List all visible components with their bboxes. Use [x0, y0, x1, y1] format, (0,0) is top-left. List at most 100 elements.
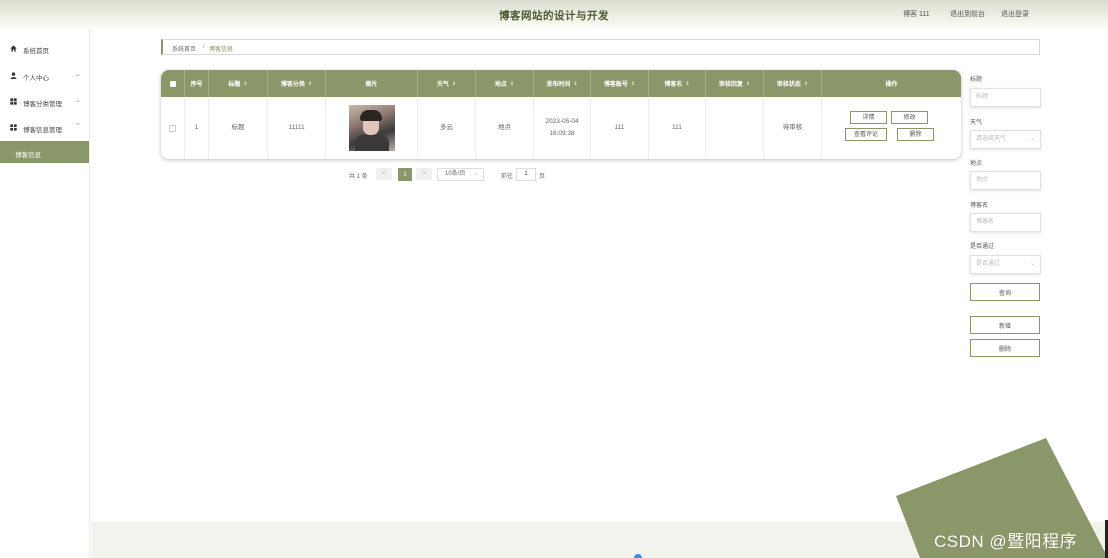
table-row: 1 标题 11111 多云 地点 2023-05-04 16:09:38 111… — [161, 97, 961, 159]
approved-placeholder: 是否通过 — [976, 261, 1001, 267]
breadcrumb: 系统首页 / 博客信息 — [161, 39, 1040, 55]
column-header-location[interactable]: 地点 ⇕ — [476, 70, 534, 97]
sidebar-item-personal-center[interactable]: 个人中心 ⌄ — [0, 65, 89, 87]
cell-image — [326, 97, 418, 159]
apps-icon — [10, 124, 17, 131]
chevron-down-icon: ⌄ — [1029, 261, 1035, 267]
location-filter-label: 地点 — [970, 161, 983, 167]
goto-prefix: 前往 — [501, 174, 514, 180]
next-page-button[interactable]: > — [416, 168, 432, 180]
sort-icon: ⇕ — [573, 80, 578, 87]
current-page-button[interactable]: 1 — [398, 168, 412, 181]
row-select-cell[interactable] — [161, 97, 185, 159]
column-header: 序号 — [185, 70, 209, 97]
batch-delete-button[interactable]: 删除 — [970, 339, 1040, 357]
sidebar-item-blog-info-management[interactable]: 博客信息管理 ⌃ — [0, 117, 89, 139]
logout-link[interactable]: 退出登录 — [1001, 9, 1029, 19]
delete-row-button[interactable]: 删除 — [897, 128, 934, 141]
column-header-review-reply[interactable]: 审核回复 ⇕ — [706, 70, 764, 97]
column-header-actions: 操作 — [885, 82, 898, 88]
chevron-down-icon: ⌄ — [472, 171, 478, 177]
column-header-image: 图片 — [326, 70, 418, 97]
column-header-account[interactable]: 博客账号 ⇕ — [591, 70, 649, 97]
location-filter-input[interactable]: 地点 — [970, 171, 1041, 190]
sort-icon: ⇕ — [803, 80, 809, 87]
blog-photo[interactable] — [348, 105, 395, 151]
cell-review-reply — [706, 97, 764, 159]
cell-publish-time: 2023-05-04 16:09:38 — [534, 97, 591, 159]
sort-icon: ⇕ — [243, 80, 248, 87]
approved-filter-select[interactable]: 是否通过 ⌄ — [970, 255, 1041, 274]
cell-blog-name: 111 — [649, 97, 706, 159]
detail-button[interactable]: 详情 — [850, 111, 887, 124]
sidebar: 系统首页 个人中心 ⌄ 博客分类管理 ⌄ 博客信息管理 ⌃ 博客信息 — [0, 28, 90, 558]
blog-name-filter-input[interactable]: 博客名 — [970, 213, 1041, 232]
sort-icon: ⇕ — [451, 80, 457, 87]
weather-filter-label: 天气 — [970, 120, 983, 126]
cell-category: 11111 — [268, 97, 326, 159]
chevron-down-icon: ⌄ — [75, 97, 81, 104]
column-header-weather[interactable]: 天气 ⇕ — [418, 70, 476, 97]
column-header-publish-time[interactable]: 发布时间 ⇕ — [534, 70, 591, 97]
sort-icon: ⇕ — [685, 80, 690, 87]
goto-suffix: 页 — [539, 174, 546, 180]
pagination-total: 共 1 条 — [349, 174, 368, 180]
sidebar-item-label: 个人中心 — [23, 75, 49, 82]
select-all-checkbox[interactable] — [169, 80, 176, 87]
status-dot-icon — [634, 554, 642, 558]
sidebar-item-category-management[interactable]: 博客分类管理 ⌄ — [0, 91, 89, 113]
page-size-value: 10条/页 — [445, 171, 466, 177]
cell-actions: 详情 修改 查看评论 删除 — [822, 97, 961, 159]
chevron-up-icon: ⌃ — [75, 123, 81, 130]
blog-table: 序号 标题 ⇕ 博客分类 ⇕ 图片 天气 ⇕ 地点 ⇕ 发布时间 ⇕ 博客账号 ⇕ 博客名 ⇕… — [161, 70, 961, 159]
cell-location: 地点 — [476, 97, 534, 159]
cell-review-status: 待审核 — [764, 97, 822, 159]
column-header-blog-name[interactable]: 博客名 ⇕ — [649, 70, 706, 97]
user-icon — [10, 72, 17, 79]
breadcrumb-separator: / — [203, 44, 205, 50]
sidebar-item-label: 博客分类管理 — [23, 101, 62, 108]
home-icon — [10, 45, 17, 52]
sort-icon: ⇕ — [509, 80, 515, 87]
cell-title: 标题 — [209, 97, 268, 159]
chevron-down-icon: ⌄ — [1029, 136, 1035, 142]
weather-placeholder: 请选择天气 — [976, 136, 1007, 142]
sidebar-item-label: 博客信息管理 — [23, 127, 62, 134]
title-filter-input[interactable]: 标题 — [970, 88, 1041, 107]
column-header-review-status[interactable]: 审核状态 ⇕ — [764, 70, 822, 97]
site-title: 博客网站的设计与开发 — [499, 10, 609, 22]
select-all-cell[interactable] — [161, 70, 185, 97]
breadcrumb-current: 博客信息 — [209, 47, 234, 53]
sort-icon: ⇕ — [630, 80, 636, 87]
cell-account: 111 — [591, 97, 649, 159]
top-header: 博客网站的设计与开发 博客 111 退出到前台 退出登录 — [0, 0, 1108, 28]
approved-filter-label: 是否通过 — [970, 244, 995, 250]
sort-icon: ⇕ — [307, 80, 313, 87]
blog-name-filter-label: 博客名 — [970, 203, 989, 209]
column-header-title[interactable]: 标题 ⇕ — [209, 70, 268, 97]
grid-icon — [10, 98, 17, 105]
cell-weather: 多云 — [418, 97, 476, 159]
edit-button[interactable]: 修改 — [891, 111, 928, 124]
table-header: 序号 标题 ⇕ 博客分类 ⇕ 图片 天气 ⇕ 地点 ⇕ 发布时间 ⇕ 博客账号 ⇕ 博客名 ⇕… — [161, 70, 961, 97]
exit-to-frontend-link[interactable]: 退出到前台 — [950, 9, 985, 19]
title-filter-label: 标题 — [970, 77, 983, 83]
sort-icon: ⇕ — [745, 80, 751, 87]
weather-filter-select[interactable]: 请选择天气 ⌄ — [970, 130, 1041, 149]
sidebar-item-label: 系统首页 — [23, 48, 49, 55]
watermark-text: CSDN @暨阳程序 — [934, 532, 1078, 551]
view-comments-button[interactable]: 查看评论 — [845, 128, 887, 141]
row-checkbox[interactable] — [169, 124, 176, 132]
goto-page-input[interactable]: 1 — [516, 168, 536, 181]
sidebar-subitem-blog-info[interactable]: 博客信息 — [0, 141, 89, 163]
prev-page-button[interactable]: < — [376, 168, 392, 180]
cell-index: 1 — [185, 97, 209, 159]
search-button[interactable]: 查询 — [970, 283, 1040, 301]
column-header-category[interactable]: 博客分类 ⇕ — [268, 70, 326, 97]
sidebar-item-home[interactable]: 系统首页 — [0, 38, 89, 60]
breadcrumb-home[interactable]: 系统首页 — [172, 44, 196, 53]
page-size-select[interactable]: 10条/页 ⌄ — [437, 168, 484, 181]
add-button[interactable]: 新增 — [970, 316, 1040, 334]
chevron-down-icon: ⌄ — [75, 71, 81, 78]
sidebar-subitem-label: 博客信息 — [15, 152, 41, 159]
